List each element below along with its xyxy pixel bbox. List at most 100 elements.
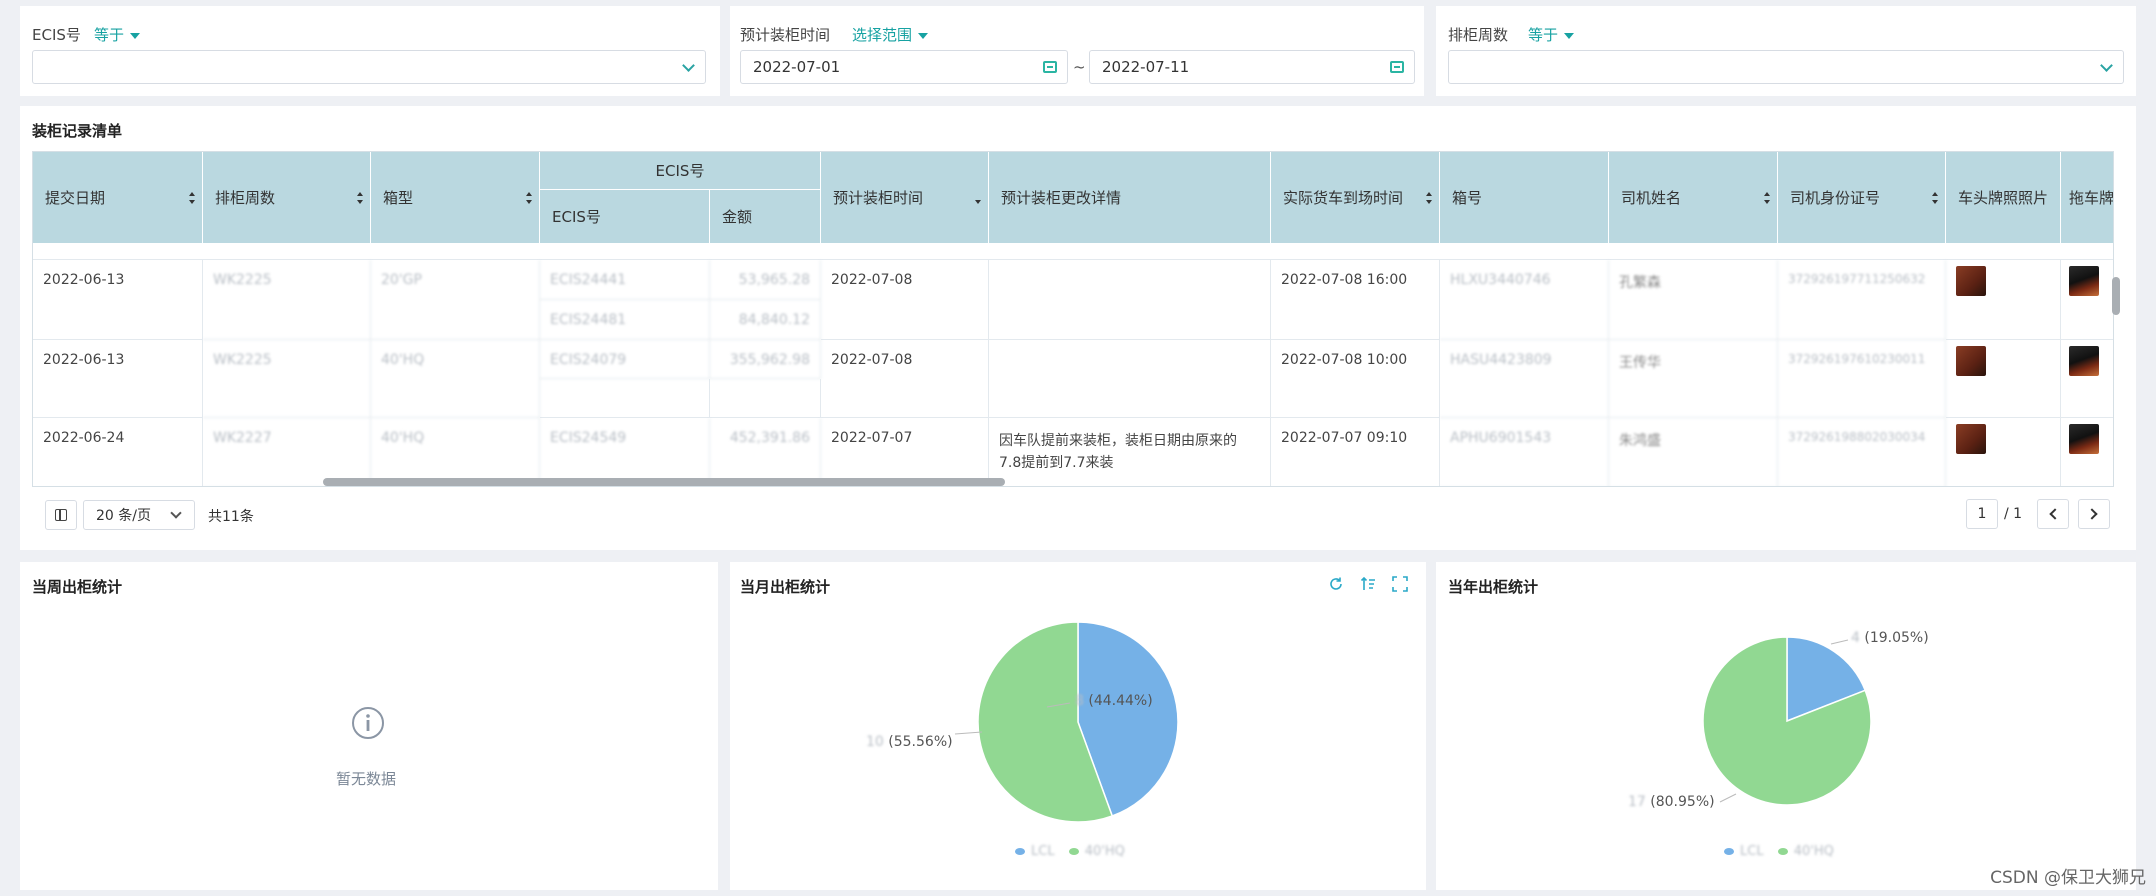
chevron-down-icon xyxy=(682,59,695,72)
truck-head-photo[interactable] xyxy=(1956,424,1986,454)
chevron-left-icon xyxy=(2049,508,2061,520)
caret-down-icon xyxy=(918,32,929,39)
cell-submit-date: 2022-06-13 xyxy=(33,260,203,340)
cell-submit-date: 2022-06-24 xyxy=(33,418,203,486)
cell-box-type: 40'HQ xyxy=(371,340,540,418)
column-header[interactable]: 司机身份证号 xyxy=(1778,152,1946,244)
legend-dot-icon xyxy=(1777,848,1788,855)
column-header[interactable]: 箱型 xyxy=(371,152,540,244)
trailer-photo[interactable] xyxy=(2069,266,2099,296)
cell-amount: 53,965.28 xyxy=(710,260,821,300)
cell-ecis: ECIS24481 xyxy=(540,300,710,340)
cell-id-no: 372926197610230011 xyxy=(1778,340,1946,418)
ecis-operator-dropdown[interactable]: 等于 xyxy=(94,24,141,45)
cell-ecis: ECIS24441 xyxy=(540,260,710,300)
truck-head-photo[interactable] xyxy=(1956,266,1986,296)
next-page-button[interactable] xyxy=(2078,499,2110,529)
legend-item[interactable]: 40'HQ xyxy=(1068,844,1125,859)
column-header[interactable]: 预计装柜时间 xyxy=(821,152,989,244)
cell-amount: 452,391.86 xyxy=(710,418,821,486)
cell-arrive-time: 2022-07-07 09:10 xyxy=(1271,418,1440,486)
cell-head-photo xyxy=(1946,340,2061,418)
start-date-input[interactable]: 2022-07-01 xyxy=(740,50,1068,84)
pie-slices xyxy=(977,621,1179,823)
group-header: ECIS号 xyxy=(540,152,821,190)
month-pie-chart xyxy=(954,621,1179,823)
cell-change-detail xyxy=(989,340,1271,418)
slice-count: 4 xyxy=(1851,630,1860,646)
load-records-table: 提交日期 排柜周数 箱型 ECIS号 ECIS号 金额 预计装柜时间 预计装柜更… xyxy=(32,151,2114,487)
current-page-input[interactable]: 1 xyxy=(1966,499,1998,529)
truck-head-photo[interactable] xyxy=(1956,346,1986,376)
end-date-input[interactable]: 2022-07-11 xyxy=(1089,50,1415,84)
cell-box-no: APHU6901543 xyxy=(1440,418,1609,486)
column-header: ECIS号 xyxy=(540,190,710,244)
slice-count: 10 xyxy=(866,734,884,750)
column-header[interactable]: 提交日期 xyxy=(33,152,203,244)
cell-plan-time: 2022-07-07 xyxy=(821,418,989,486)
change-detail-line: 7.8提前到7.7来装 xyxy=(999,455,1114,471)
empty-text: 暂无数据 xyxy=(336,770,397,788)
cell-box-no: HLXU3440746 xyxy=(1440,260,1609,340)
ecis-select[interactable] xyxy=(32,50,706,84)
week-stats-title: 当周出柜统计 xyxy=(32,578,123,596)
vertical-scrollbar[interactable] xyxy=(2112,277,2120,315)
week-filter-label: 排柜周数 xyxy=(1448,26,1509,44)
week-select[interactable] xyxy=(1448,50,2124,84)
horizontal-scrollbar[interactable] xyxy=(323,478,1005,486)
trailer-photo[interactable] xyxy=(2069,424,2099,454)
page-size-select[interactable]: 20 条/页 xyxy=(83,500,195,530)
label-line xyxy=(1830,639,1849,645)
cell-amount xyxy=(710,379,821,418)
legend-item[interactable]: 40'HQ xyxy=(1777,844,1834,859)
cell-box-type: 40'HQ xyxy=(371,418,540,486)
filter-panel-ecis: ECIS号 等于 xyxy=(20,6,720,96)
slice-label-40hq: 17 (80.95%) xyxy=(1628,794,1715,810)
column-header[interactable]: 排柜周数 xyxy=(203,152,371,244)
cell-ecis: ECIS24079 xyxy=(540,340,710,379)
filter-panel-load-time: 预计装柜时间 选择范围 2022-07-01 ~ 2022-07-11 xyxy=(730,6,1424,96)
column-header: 车头牌照照片 xyxy=(1946,152,2061,244)
cell-trailer-photo xyxy=(2061,340,2113,418)
week-operator-dropdown[interactable]: 等于 xyxy=(1528,24,1575,45)
column-header[interactable]: 实际货车到场时间 xyxy=(1271,152,1440,244)
cell-id-no: 372926198802030034 xyxy=(1778,418,1946,486)
cell-week: WK2225 xyxy=(203,260,371,340)
column-header[interactable]: 司机姓名 xyxy=(1609,152,1778,244)
calendar-icon[interactable] xyxy=(1390,61,1404,73)
column-header: 箱号 xyxy=(1440,152,1609,244)
watermark: CSDN @保卫大狮兄 xyxy=(1990,868,2146,888)
cell-change-detail xyxy=(989,260,1271,340)
slice-count: 17 xyxy=(1628,794,1646,810)
year-stats-panel: 当年出柜统计 4 (19.05%) 17 (80.95%) LCL 40'HQ xyxy=(1436,562,2136,890)
cell-submit-date: 2022-06-13 xyxy=(33,340,203,418)
load-time-operator-dropdown[interactable]: 选择范围 xyxy=(852,24,929,45)
chart-legend: LCL 40'HQ xyxy=(1015,844,1125,859)
cell-box-type: 20'GP xyxy=(371,260,540,340)
slice-label-lcl: 8 (44.44%) xyxy=(1075,693,1153,709)
info-circle-icon xyxy=(352,707,384,739)
trailer-photo[interactable] xyxy=(2069,346,2099,376)
calendar-icon[interactable] xyxy=(1043,61,1057,73)
column-settings-button[interactable] xyxy=(45,500,77,530)
column-header: 预计装柜更改详情 xyxy=(989,152,1271,244)
cell-plan-time: 2022-07-08 xyxy=(821,340,989,418)
cell-driver: 朱鸿盛 xyxy=(1609,418,1778,486)
caret-down-icon xyxy=(130,32,141,39)
legend-dot-icon xyxy=(1724,848,1734,855)
slice-count: 8 xyxy=(1075,693,1084,709)
cell-box-no: HASU4423809 xyxy=(1440,340,1609,418)
prev-page-button[interactable] xyxy=(2037,499,2069,529)
cell-trailer-photo xyxy=(2061,418,2113,486)
legend-dot-icon xyxy=(1068,848,1079,855)
page-total: / 1 xyxy=(2004,506,2023,522)
legend-item[interactable]: LCL xyxy=(1724,844,1764,859)
column-header: 拖车牌 xyxy=(2061,152,2113,244)
cell-driver: 孔繁森 xyxy=(1609,260,1778,340)
cell-amount: 84,840.12 xyxy=(710,300,821,340)
legend-item[interactable]: LCL xyxy=(1015,844,1055,859)
cell-driver: 王传华 xyxy=(1609,340,1778,418)
cell-head-photo xyxy=(1946,418,2061,486)
table-row-partial xyxy=(33,244,2113,260)
ecis-filter-label: ECIS号 xyxy=(32,26,81,44)
